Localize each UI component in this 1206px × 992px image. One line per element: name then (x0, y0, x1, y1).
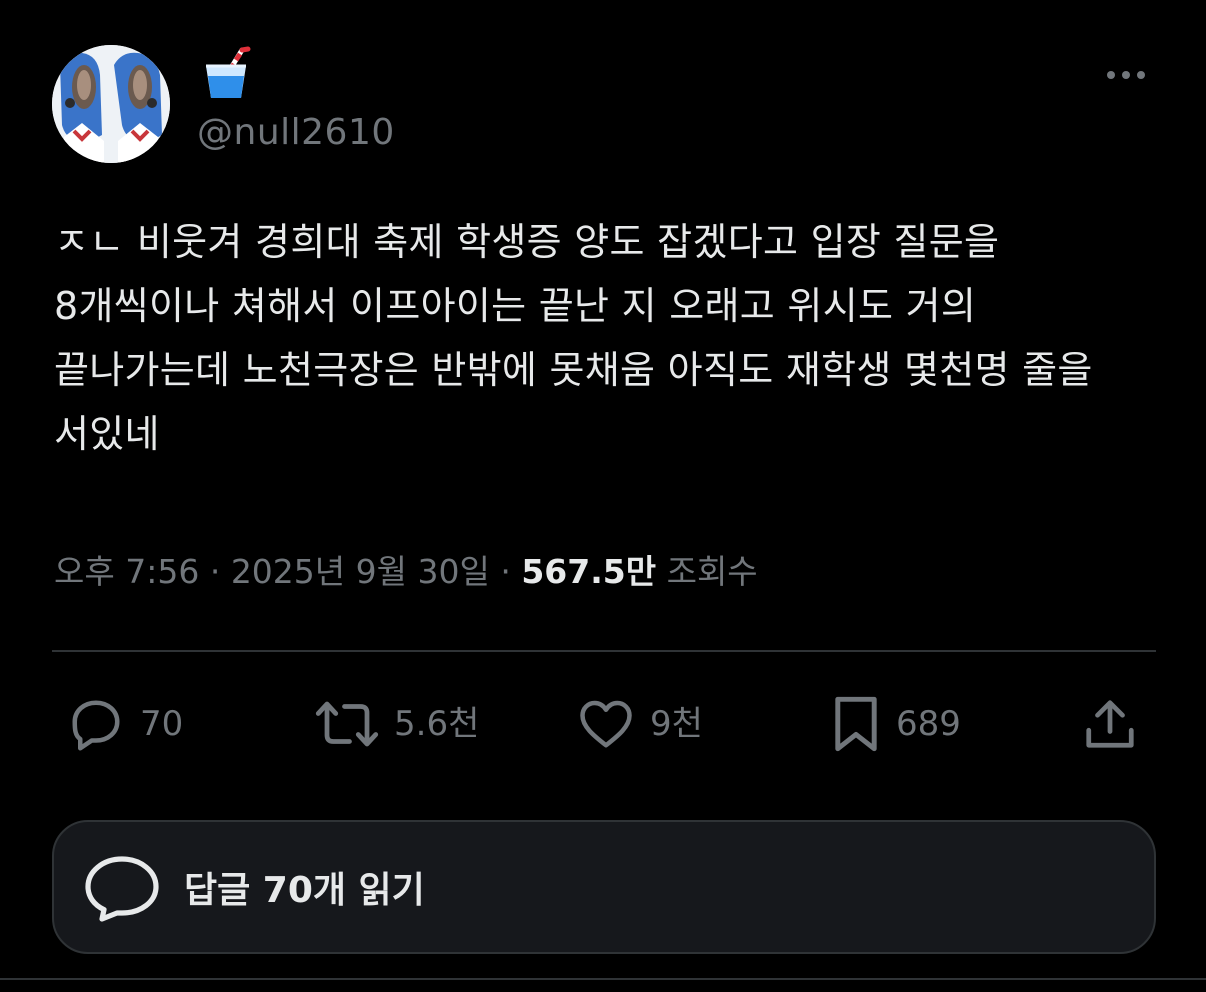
bookmark-icon (835, 696, 877, 752)
reply-button[interactable]: 70 (66, 692, 183, 756)
views-label: 조회수 (666, 552, 758, 591)
more-dot-icon (1137, 71, 1145, 79)
tweet-meta: 오후 7:56 · 2025년 9월 30일 · 567.5만 조회수 (54, 546, 758, 598)
reply-bubble-icon (85, 856, 159, 922)
more-dot-icon (1122, 71, 1130, 79)
views-count: 567.5만 (521, 552, 657, 591)
heart-icon (580, 700, 632, 748)
cup-with-straw-emoji-icon[interactable] (202, 46, 252, 100)
retweet-button[interactable]: 5.6천 (314, 692, 479, 756)
retweet-icon (315, 701, 379, 747)
bookmark-count: 689 (896, 704, 961, 744)
share-button[interactable] (1080, 692, 1140, 756)
read-replies-button[interactable]: 답글 70개 읽기 (52, 820, 1156, 954)
read-replies-label: 답글 70개 읽기 (184, 870, 425, 911)
avatar[interactable] (52, 45, 170, 163)
like-count: 9천 (650, 704, 703, 744)
tweet-text: ㅈㄴ 비웃겨 경희대 축제 학생증 양도 잡겠다고 입장 질문을 8개씩이나 쳐… (54, 220, 1106, 456)
author-handle[interactable]: @null2610 (197, 108, 395, 158)
more-options-button[interactable] (1098, 58, 1154, 92)
tweet-time[interactable]: 오후 7:56 (54, 552, 199, 591)
divider (0, 978, 1206, 980)
reply-icon (72, 700, 120, 751)
meta-separator: · (489, 552, 522, 591)
more-dot-icon (1107, 71, 1115, 79)
tweet: @null2610 ㅈㄴ 비웃겨 경희대 축제 학생증 양도 잡겠다고 입장 질… (0, 0, 1206, 992)
divider (52, 650, 1156, 652)
bookmark-button[interactable]: 689 (830, 692, 961, 756)
reply-count: 70 (140, 704, 184, 744)
share-icon (1086, 700, 1134, 748)
like-button[interactable]: 9천 (576, 692, 703, 756)
retweet-count: 5.6천 (394, 704, 480, 744)
meta-separator: · (199, 552, 231, 591)
tweet-date[interactable]: 2025년 9월 30일 (231, 552, 490, 591)
